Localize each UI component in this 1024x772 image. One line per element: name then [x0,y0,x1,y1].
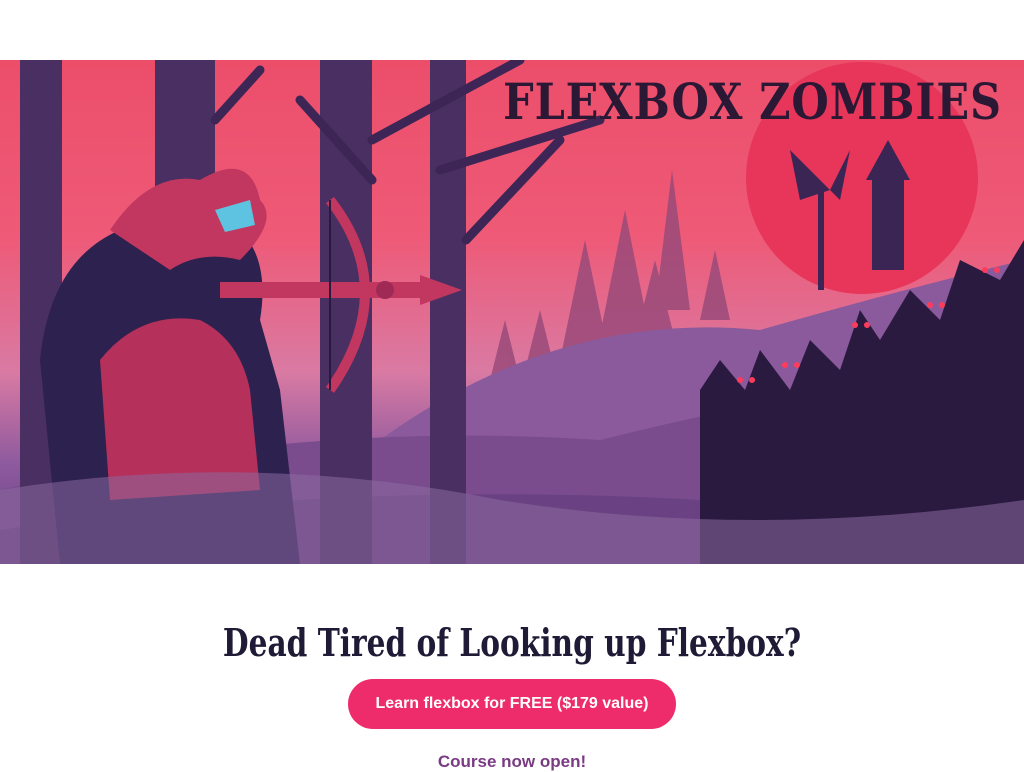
hero-banner: FLEXBOX ZOMBIES [0,60,1024,564]
course-status-text: Course now open! [437,752,587,771]
main-content: Dead Tired of Looking up Flexbox? Learn … [0,564,1024,771]
page-headline: Dead Tired of Looking up Flexbox? [222,620,802,665]
top-bar [0,0,1024,60]
flexbox-zombies-logo: FLEXBOX ZOMBIES [503,72,1002,131]
learn-flexbox-button[interactable]: Learn flexbox for FREE ($179 value) [348,679,676,729]
hero-illustration [0,60,1024,564]
